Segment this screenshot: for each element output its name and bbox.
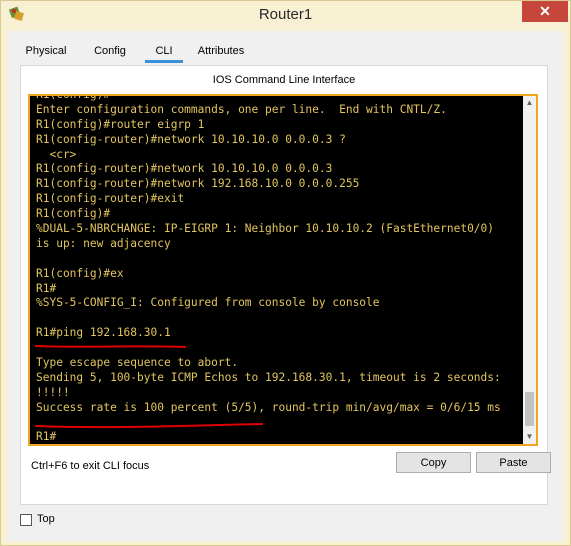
tab-attributes[interactable]: Attributes: [192, 41, 250, 63]
terminal-line: R1(config-router)#network 10.10.10.0 0.0…: [36, 132, 346, 146]
scroll-down-icon[interactable]: ▼: [523, 430, 536, 444]
scroll-thumb[interactable]: [525, 392, 534, 426]
terminal-line: R1#ping 192.168.30.1: [36, 326, 171, 340]
copy-button[interactable]: Copy: [396, 452, 471, 473]
top-checkbox[interactable]: [20, 514, 32, 526]
terminal-line: %DUAL-5-NBRCHANGE: IP-EIGRP 1: Neighbor …: [36, 222, 495, 236]
title-bar[interactable]: Router1 ✕: [1, 1, 570, 31]
tab-cli[interactable]: CLI: [145, 41, 183, 63]
router-window: Router1 ✕ Physical Config CLI Attributes…: [0, 0, 571, 546]
terminal-line: R1(config)#: [36, 207, 111, 221]
terminal-line: R1#: [36, 430, 57, 444]
terminal-scrollbar[interactable]: ▲ ▼: [523, 96, 536, 444]
cli-header: IOS Command Line Interface: [212, 74, 356, 86]
terminal-line: is up: new adjacency: [36, 236, 171, 250]
terminal-line: R1(config)#: [36, 94, 111, 101]
exit-focus-hint: Ctrl+F6 to exit CLI focus: [31, 460, 150, 472]
cli-panel: IOS Command Line Interface R1(config)# En…: [20, 65, 551, 505]
terminal-line: !!!!!: [36, 385, 70, 399]
terminal-line: %SYS-5-CONFIG_I: Configured from console…: [36, 296, 380, 310]
terminal-line: R1(config-router)#network 10.10.10.0 0.0…: [36, 162, 333, 176]
close-icon: ✕: [539, 3, 551, 19]
terminal-line: R1#: [36, 281, 57, 295]
tab-physical[interactable]: Physical: [20, 41, 72, 63]
window-title: Router1: [258, 6, 313, 23]
paste-button[interactable]: Paste: [476, 452, 551, 473]
top-checkbox-label: Top: [37, 513, 55, 525]
terminal-line: R1(config)#router eigrp 1: [36, 117, 205, 131]
cli-terminal[interactable]: R1(config)# Enter configuration commands,…: [28, 94, 538, 446]
terminal-line: <cr>: [36, 147, 77, 161]
terminal-line: Enter configuration commands, one per li…: [36, 102, 447, 116]
terminal-line: R1(config)#ex: [36, 266, 124, 280]
terminal-line: R1(config-router)#network 192.168.10.0 0…: [36, 177, 360, 191]
terminal-line: R1(config-router)#exit: [36, 192, 185, 206]
terminal-output: R1(config)# Enter configuration commands,…: [36, 94, 520, 444]
tab-config[interactable]: Config: [86, 41, 134, 63]
scroll-up-icon[interactable]: ▲: [523, 96, 536, 110]
close-button[interactable]: ✕: [522, 1, 568, 22]
terminal-line: Success rate is 100 percent (5/5), round…: [36, 400, 501, 414]
client-area: Physical Config CLI Attributes IOS Comma…: [8, 31, 563, 541]
terminal-line: Type escape sequence to abort.: [36, 356, 239, 370]
terminal-line: Sending 5, 100-byte ICMP Echos to 192.16…: [36, 370, 501, 384]
